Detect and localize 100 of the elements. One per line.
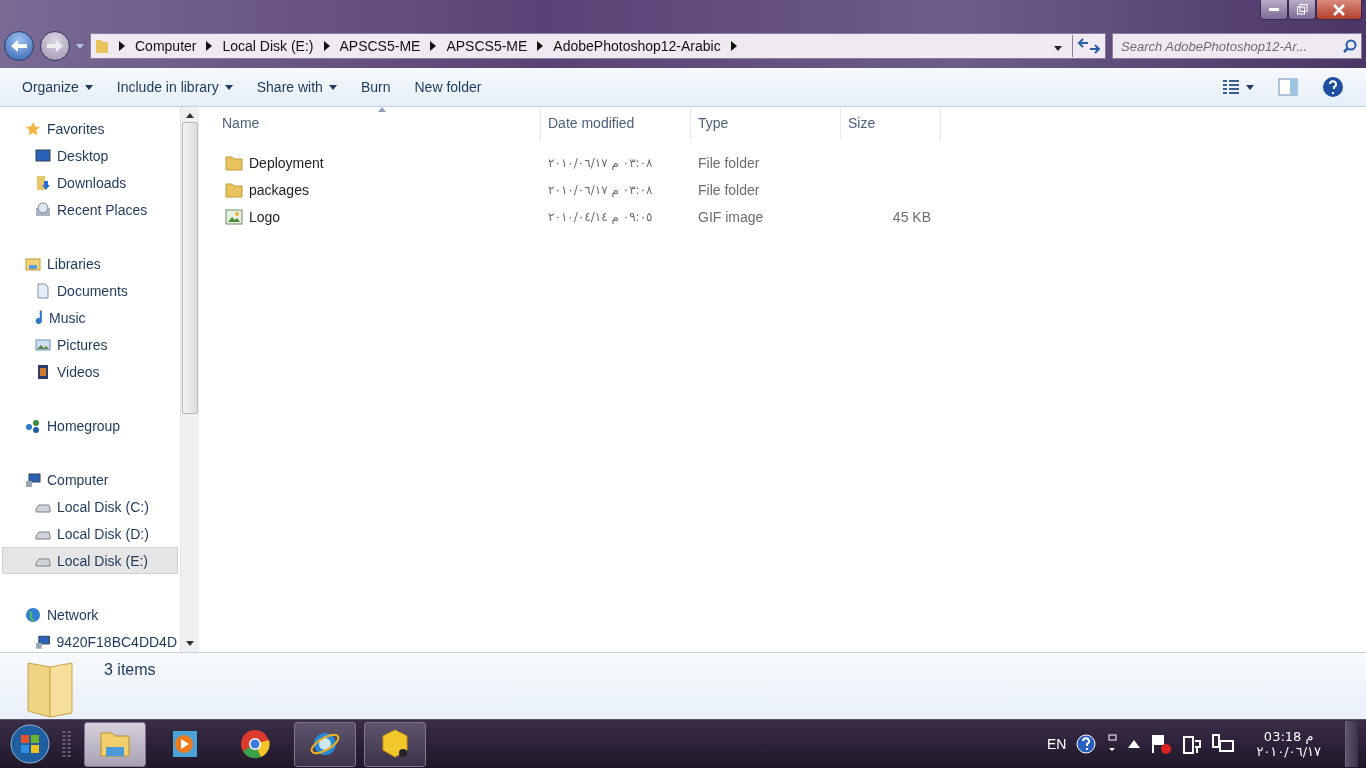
breadcrumb[interactable]: APSCS5-ME <box>446 38 528 54</box>
sidebar-item[interactable]: Local Disk (C:) <box>2 493 178 520</box>
scrollbar[interactable] <box>180 107 199 652</box>
close-icon <box>1333 3 1345 16</box>
chevron-icon <box>730 41 737 51</box>
search-field[interactable]: Search AdobePhotoshop12-Ar... <box>1112 33 1362 59</box>
folder-arrow-icon <box>35 174 51 191</box>
breadcrumb[interactable]: APSCS5-ME <box>339 38 421 54</box>
caret-icon <box>1246 84 1254 90</box>
sidebar-label: Downloads <box>57 174 127 191</box>
sidebar-item[interactable]: Local Disk (D:) <box>2 520 178 547</box>
sidebar-label: 9420F18BC4DD4D <box>56 633 177 650</box>
caret-icon <box>224 84 233 90</box>
sidebar-item[interactable]: Libraries <box>2 250 178 277</box>
sidebar-label: Music <box>49 309 86 326</box>
sidebar-label: Documents <box>57 282 128 299</box>
chevron-icon <box>323 41 330 51</box>
file-name[interactable]: Logo <box>249 208 281 225</box>
chevron-icon <box>206 41 213 51</box>
help-icon <box>1322 76 1344 98</box>
sidebar-label: Favorites <box>47 120 105 137</box>
sidebar-item[interactable]: Favorites <box>2 115 178 142</box>
folder-icon <box>225 154 243 171</box>
history-caret-icon <box>76 43 84 49</box>
computer-icon <box>35 633 51 650</box>
star-icon <box>25 120 41 137</box>
folder-icon <box>95 38 109 54</box>
sidebar-label: Local Disk (D:) <box>57 525 149 542</box>
folder-icon <box>24 659 76 719</box>
close-button[interactable] <box>1316 0 1362 20</box>
clock-time: 03:18 م <box>1263 729 1314 744</box>
chevron-icon <box>430 41 437 51</box>
image-file-icon <box>225 208 243 225</box>
sidebar-item[interactable]: Documents <box>2 277 178 304</box>
breadcrumb[interactable]: Computer <box>135 38 197 54</box>
document-icon <box>35 282 51 299</box>
sidebar-item[interactable]: 9420F18BC4DD4D <box>2 628 178 652</box>
file-name[interactable]: Deployment <box>249 154 324 171</box>
sidebar-label: Network <box>47 606 99 623</box>
film-icon <box>35 363 51 380</box>
library-icon <box>25 255 41 272</box>
column-header[interactable]: Type <box>691 107 841 139</box>
scroll-down-icon <box>186 641 194 646</box>
computer-icon <box>25 471 41 488</box>
show-hidden-icon[interactable] <box>1128 740 1141 748</box>
sidebar-item[interactable]: Computer <box>2 466 178 493</box>
restore-button[interactable] <box>1288 0 1316 20</box>
toolbar-button[interactable]: Include in library <box>106 75 243 99</box>
sidebar-item[interactable]: Recent Places <box>2 196 178 223</box>
sidebar-item[interactable]: Music <box>2 304 178 331</box>
forward-arrow-icon <box>47 39 63 53</box>
column-header[interactable]: Size <box>841 107 941 139</box>
minimize-button[interactable] <box>1260 0 1288 20</box>
clock-date: ٢٠١٠/٠٦/١٧ <box>1256 744 1321 759</box>
column-header[interactable]: Name <box>215 107 541 139</box>
sidebar-item[interactable]: Pictures <box>2 331 178 358</box>
sidebar-item[interactable]: Homegroup <box>2 412 178 439</box>
item-count: 3 items <box>104 661 156 680</box>
music-note-icon <box>35 310 43 325</box>
language-indicator[interactable]: EN <box>1046 736 1067 752</box>
toolbar-button[interactable]: New folder <box>404 75 492 99</box>
search-icon <box>1343 39 1357 53</box>
back-button[interactable] <box>4 31 34 61</box>
date-cell: ٢٠١٠/٠٦/١٧ م ٠٣:٠٨ <box>548 155 653 170</box>
sidebar-label: Libraries <box>47 255 101 272</box>
globe-icon <box>25 606 41 623</box>
sidebar-item[interactable]: Desktop <box>2 142 178 169</box>
homegroup-icon <box>25 417 41 434</box>
taskbar-app[interactable] <box>84 721 146 767</box>
toolbar-button[interactable]: Share with <box>246 75 347 99</box>
window-icon[interactable] <box>1106 734 1119 754</box>
address-bar[interactable]: Computer Local Disk (E:) APSCS5-ME APSCS5-ME AdobePhotoshop12-Arabic <box>90 33 1106 59</box>
forward-button[interactable] <box>40 31 70 61</box>
toolbar-button[interactable]: Burn <box>350 75 401 99</box>
breadcrumb[interactable]: AdobePhotoshop12-Arabic <box>553 38 721 54</box>
start-orb-icon <box>9 723 51 765</box>
sidebar-item[interactable]: Videos <box>2 358 178 385</box>
date-cell: ٢٠١٠/٠٤/١٤ م ٠٩:٠٥ <box>548 209 653 224</box>
sidebar-label: Pictures <box>57 336 108 353</box>
sidebar-item[interactable]: Local Disk (E:) <box>2 547 178 574</box>
taskbar-app[interactable] <box>294 721 356 767</box>
folder-icon <box>225 181 243 198</box>
type-cell: File folder <box>698 154 760 171</box>
file-name[interactable]: packages <box>249 181 309 198</box>
sidebar-item[interactable]: Downloads <box>2 169 178 196</box>
sidebar-label: Homegroup <box>47 417 121 434</box>
network-icon[interactable] <box>1212 733 1235 755</box>
type-cell: GIF image <box>698 208 764 225</box>
clock[interactable]: 03:18 م ٢٠١٠/٠٦/١٧ <box>1256 729 1321 759</box>
restore-icon <box>1296 4 1308 15</box>
breadcrumb[interactable]: Local Disk (E:) <box>222 38 314 54</box>
help-icon[interactable] <box>1076 734 1097 754</box>
column-header[interactable]: Date modified <box>541 107 691 139</box>
sidebar-item[interactable]: Network <box>2 601 178 628</box>
sidebar-label: Recent Places <box>57 201 148 218</box>
flag-error-icon[interactable] <box>1150 734 1173 754</box>
chevron-icon <box>119 41 125 51</box>
taskbar-app[interactable] <box>364 721 426 767</box>
toolbar-button[interactable]: Organize <box>12 75 103 99</box>
chevron-icon <box>537 41 544 51</box>
